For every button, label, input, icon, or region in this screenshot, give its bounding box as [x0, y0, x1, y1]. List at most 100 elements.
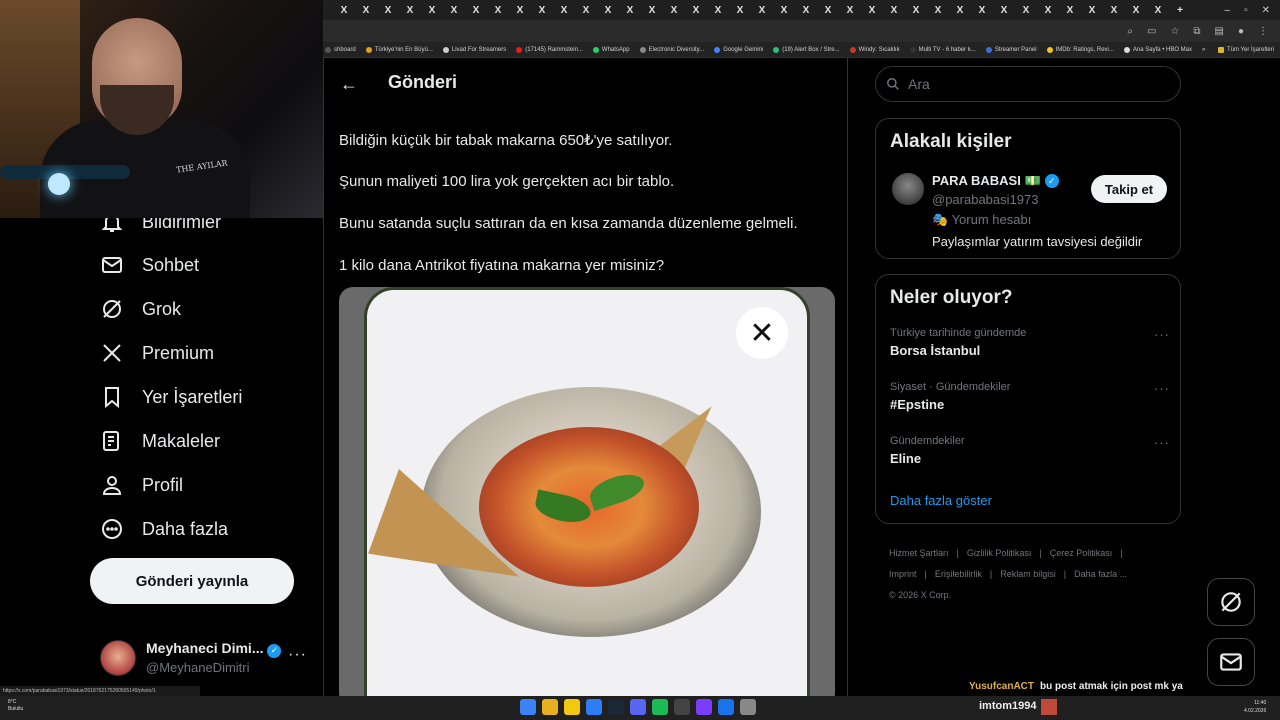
footer-link[interactable]: Çerez Politikası — [1050, 548, 1113, 558]
extension-icon[interactable]: ⧉ — [1193, 26, 1200, 37]
nav-item-premium[interactable]: Premium — [100, 341, 214, 365]
tab-close-icon[interactable]: X — [421, 5, 443, 16]
tab-close-icon[interactable]: X — [839, 5, 861, 16]
tab-close-icon[interactable]: X — [861, 5, 883, 16]
tab-close-icon[interactable]: X — [685, 5, 707, 16]
tab-close-icon[interactable]: X — [1037, 5, 1059, 16]
tab-close-icon[interactable]: X — [399, 5, 421, 16]
weather-widget[interactable]: 8°C Bulutlu — [8, 699, 23, 713]
tab-close-icon[interactable]: X — [927, 5, 949, 16]
bookmark-item[interactable]: Ana Sayfa • HBO Max — [1123, 46, 1192, 53]
bookmark-item[interactable]: Windy: Sıcaklık — [849, 46, 900, 53]
nav-item-grok[interactable]: Grok — [100, 297, 181, 321]
bookmark-item[interactable]: WhatsApp — [592, 46, 630, 53]
tab-close-icon[interactable]: X — [575, 5, 597, 16]
bookmark-item[interactable]: (17145) Rammstein... — [516, 46, 583, 53]
post-image[interactable]: ✕ — [339, 287, 835, 707]
trend-more-icon[interactable]: ··· — [1154, 381, 1170, 396]
taskbar-app-icon[interactable] — [564, 699, 580, 715]
system-clock[interactable]: 11:40 4.02.2026 — [1244, 699, 1266, 715]
tab-close-icon[interactable]: X — [619, 5, 641, 16]
tab-close-icon[interactable]: X — [663, 5, 685, 16]
taskbar-app-icon[interactable] — [718, 699, 734, 715]
nav-item-makaleler[interactable]: Makaleler — [100, 429, 220, 453]
taskbar-app-icon[interactable] — [674, 699, 690, 715]
tab-close-icon[interactable]: X — [1125, 5, 1147, 16]
trend-more-icon[interactable]: ··· — [1154, 435, 1170, 450]
sidebar-icon[interactable]: ▤ — [1215, 26, 1224, 37]
messages-fab-button[interactable] — [1207, 638, 1255, 686]
taskbar-app-icon[interactable] — [542, 699, 558, 715]
tab-close-icon[interactable]: X — [795, 5, 817, 16]
account-more-icon[interactable]: ··· — [288, 646, 307, 664]
new-tab-icon[interactable]: + — [1169, 5, 1191, 16]
tab-close-icon[interactable]: X — [1081, 5, 1103, 16]
tab-close-icon[interactable]: X — [883, 5, 905, 16]
bookmark-item[interactable]: Streamer Panel — [985, 46, 1037, 53]
zoom-icon[interactable]: ⌕ — [1127, 26, 1133, 37]
tab-close-icon[interactable]: X — [1147, 5, 1169, 16]
bookmark-item[interactable]: Google Gemini — [714, 46, 763, 53]
trend-item[interactable]: Gündemdekiler Eline ··· — [890, 435, 1170, 466]
tab-close-icon[interactable]: X — [377, 5, 399, 16]
taskbar-app-icon[interactable] — [608, 699, 624, 715]
minimize-icon[interactable]: – — [1225, 5, 1231, 16]
tab-close-icon[interactable]: X — [355, 5, 377, 16]
star-icon[interactable]: ☆ — [1170, 26, 1179, 37]
bookmark-item[interactable]: Multi TV - 6 haber k... — [909, 46, 976, 53]
tab-close-icon[interactable]: X — [993, 5, 1015, 16]
tab-close-icon[interactable]: X — [641, 5, 663, 16]
browser-menu-icon[interactable]: ⋮ — [1258, 26, 1268, 37]
bookmark-item[interactable]: Electronic Diversity... — [639, 46, 704, 53]
tab-close-icon[interactable]: X — [905, 5, 927, 16]
nav-item-daha-fazla[interactable]: Daha fazla — [100, 517, 228, 541]
nav-item-sohbet[interactable]: Sohbet — [100, 253, 199, 277]
taskbar-app-icon[interactable] — [652, 699, 668, 715]
nav-item-profil[interactable]: Profil — [100, 473, 183, 497]
grok-fab-button[interactable] — [1207, 578, 1255, 626]
search-input[interactable]: Ara — [875, 66, 1181, 102]
install-app-icon[interactable]: ▭ — [1147, 26, 1156, 37]
trend-item[interactable]: Siyaset · Gündemdekiler #Epstine ··· — [890, 381, 1170, 412]
tab-close-icon[interactable]: X — [707, 5, 729, 16]
bookmark-item[interactable]: shboard — [325, 46, 356, 53]
follow-button[interactable]: Takip et — [1091, 175, 1167, 203]
tab-close-icon[interactable]: X — [509, 5, 531, 16]
related-user-name[interactable]: PARA BABASI 💵 ✓ — [932, 173, 1059, 189]
tab-close-icon[interactable]: X — [531, 5, 553, 16]
close-icon[interactable]: ✕ — [736, 307, 788, 359]
tab-close-icon[interactable]: X — [817, 5, 839, 16]
tab-close-icon[interactable]: X — [553, 5, 575, 16]
footer-link[interactable]: Hizmet Şartları — [889, 548, 949, 558]
taskbar-app-icon[interactable] — [586, 699, 602, 715]
tab-close-icon[interactable]: X — [333, 5, 355, 16]
taskbar-app-icon[interactable] — [630, 699, 646, 715]
tab-close-icon[interactable]: X — [1015, 5, 1037, 16]
tab-close-icon[interactable]: X — [487, 5, 509, 16]
tab-close-icon[interactable]: X — [949, 5, 971, 16]
bookmark-item[interactable]: Türkiye'nin En Büyü... — [365, 46, 433, 53]
avatar[interactable] — [892, 173, 924, 205]
footer-link[interactable]: Imprint — [889, 569, 917, 579]
post-button[interactable]: Gönderi yayınla — [90, 558, 294, 604]
bookmark-item[interactable]: (19) Alert Box / Stre... — [773, 46, 840, 53]
nav-item-yer-isaretleri[interactable]: Yer İşaretleri — [100, 385, 242, 409]
tab-close-icon[interactable]: X — [1103, 5, 1125, 16]
account-switcher[interactable]: Meyhaneci Dimi... ✓ @MeyhaneDimitri ··· — [100, 638, 310, 678]
tab-close-icon[interactable]: X — [751, 5, 773, 16]
footer-link[interactable]: Erişilebilirlik — [935, 569, 982, 579]
footer-link[interactable]: Gizlilik Politikası — [967, 548, 1032, 558]
footer-link[interactable]: Reklam bilgisi — [1000, 569, 1056, 579]
taskbar-app-icon[interactable] — [740, 699, 756, 715]
maximize-icon[interactable]: ▫ — [1244, 5, 1248, 16]
bookmark-item[interactable]: Livad For Streamers — [442, 46, 506, 53]
taskbar-app-icon[interactable] — [696, 699, 712, 715]
all-bookmarks-link[interactable]: Tüm Yer İşaretleri — [1217, 46, 1280, 53]
bookmarks-overflow-icon[interactable]: » — [1202, 47, 1205, 53]
bookmark-item[interactable]: IMDb: Ratings, Revi... — [1046, 46, 1114, 53]
taskbar-app-icon[interactable] — [520, 699, 536, 715]
window-close-icon[interactable]: ✕ — [1262, 5, 1270, 16]
profile-icon[interactable]: ● — [1238, 26, 1244, 37]
footer-link[interactable]: Daha fazla ... — [1074, 569, 1127, 579]
tab-close-icon[interactable]: X — [443, 5, 465, 16]
